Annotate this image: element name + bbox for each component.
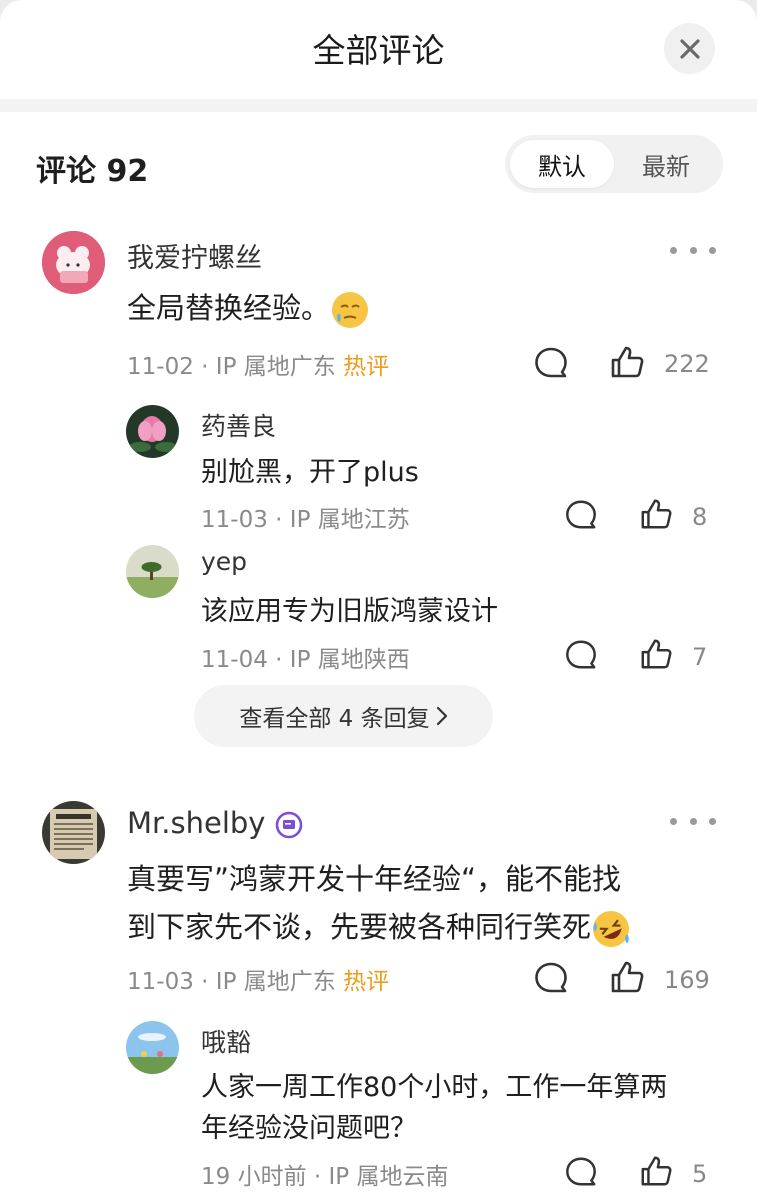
reply-location: IP 属地陕西: [289, 647, 410, 673]
comment-meta: 11-03 · IP 属地广东 热评: [127, 962, 389, 996]
sweat-cry-emoji: [332, 292, 369, 328]
reply-date: 11-03: [201, 507, 268, 533]
view-all-replies-button[interactable]: 查看全部 4 条回复: [194, 685, 493, 747]
user-name[interactable]: Mr.shelby: [127, 806, 303, 840]
comment-text-line: 真要写”鸿蒙开发十年经验“，能不能找: [127, 862, 622, 896]
like-icon[interactable]: [639, 637, 673, 671]
reply-text-line: 人家一周工作80个小时，工作一年算两: [201, 1072, 668, 1103]
comment-meta: 11-02 · IP 属地广东 热评: [127, 347, 389, 381]
reply-date: 19 小时前: [201, 1164, 307, 1190]
comments-sheet: 全部评论 评论 92 默认 最新 我爱拧螺丝 全局替换经验。 11-02 · I…: [0, 0, 757, 1200]
meta-separator: ·: [275, 507, 290, 533]
avatar[interactable]: [42, 801, 105, 864]
like-count: 222: [664, 350, 710, 378]
comment-date: 11-03: [127, 969, 194, 995]
reply-location: IP 属地江苏: [289, 507, 410, 533]
reply-user-name[interactable]: 哦豁: [201, 1023, 251, 1059]
reply-location: IP 属地云南: [328, 1164, 449, 1190]
verified-badge-icon: [275, 811, 302, 839]
more-icon[interactable]: [670, 818, 716, 828]
close-icon: [679, 38, 700, 59]
user-name-text: Mr.shelby: [127, 806, 266, 840]
avatar-image: [42, 801, 105, 864]
avatar-image: [42, 231, 105, 294]
comment-icon[interactable]: [564, 638, 598, 672]
comment-location: IP 属地广东: [215, 354, 336, 380]
comment-icon[interactable]: [564, 498, 598, 532]
reply-meta: 19 小时前 · IP 属地云南: [201, 1157, 448, 1191]
meta-separator: ·: [201, 354, 216, 380]
user-name[interactable]: 我爱拧螺丝: [127, 236, 262, 275]
reply-text: 别尬黑，开了plus: [201, 457, 419, 488]
rolling-laugh-emoji: [593, 911, 630, 947]
meta-separator: ·: [275, 647, 290, 673]
header-divider: [0, 99, 757, 112]
close-button[interactable]: [664, 23, 715, 74]
avatar[interactable]: [126, 1021, 179, 1074]
comment-text: 全局替换经验。: [127, 287, 370, 330]
like-icon[interactable]: [639, 1154, 673, 1188]
chevron-right-icon: [436, 706, 447, 726]
reply-text: 人家一周工作80个小时，工作一年算两 年经验没问题吧？: [201, 1067, 667, 1149]
like-count: 8: [692, 503, 708, 531]
avatar-image: [126, 545, 179, 598]
like-icon[interactable]: [639, 497, 673, 531]
comment-icon[interactable]: [533, 345, 569, 381]
view-all-label: 查看全部 4 条回复: [239, 706, 430, 732]
comment-icon[interactable]: [533, 960, 569, 996]
hot-badge: 热评: [343, 354, 390, 380]
meta-separator: ·: [313, 1164, 329, 1190]
reply-user-name[interactable]: 药善良: [201, 407, 276, 443]
comment-count: 评论 92: [36, 154, 149, 189]
reply-meta: 11-03 · IP 属地江苏: [201, 500, 410, 534]
hot-badge: 热评: [343, 969, 390, 995]
sheet-title: 全部评论: [312, 31, 445, 70]
like-icon[interactable]: [609, 344, 645, 380]
comment-text-content: 全局替换经验。: [127, 291, 331, 325]
like-icon[interactable]: [609, 959, 645, 995]
avatar[interactable]: [42, 231, 105, 294]
sort-default-tab[interactable]: 默认: [510, 140, 614, 188]
comment-text-content: 到下家先不谈，先要被各种同行笑死: [127, 910, 592, 944]
reply-text-line: 年经验没问题吧？: [201, 1113, 417, 1144]
comment-location: IP 属地广东: [215, 969, 336, 995]
like-count: 7: [692, 643, 708, 671]
like-count: 169: [664, 966, 710, 994]
comment-date: 11-02: [127, 354, 194, 380]
reply-text: 该应用专为旧版鸿蒙设计: [201, 596, 498, 627]
avatar[interactable]: [126, 545, 179, 598]
comment-text: 真要写”鸿蒙开发十年经验“，能不能找 到下家先不谈，先要被各种同行笑死: [127, 858, 631, 949]
avatar-image: [126, 1021, 179, 1074]
avatar-image: [126, 405, 179, 458]
sort-toggle: 默认 最新: [505, 135, 723, 193]
more-icon[interactable]: [670, 247, 716, 257]
like-count: 5: [692, 1160, 708, 1188]
reply-meta: 11-04 · IP 属地陕西: [201, 640, 410, 674]
comment-icon[interactable]: [564, 1155, 598, 1189]
meta-separator: ·: [201, 969, 216, 995]
avatar[interactable]: [126, 405, 179, 458]
reply-date: 11-04: [201, 647, 268, 673]
comment-text-line: 到下家先不谈，先要被各种同行笑死: [127, 906, 631, 949]
reply-user-name[interactable]: yep: [201, 547, 247, 576]
sort-latest-tab[interactable]: 最新: [614, 140, 718, 188]
